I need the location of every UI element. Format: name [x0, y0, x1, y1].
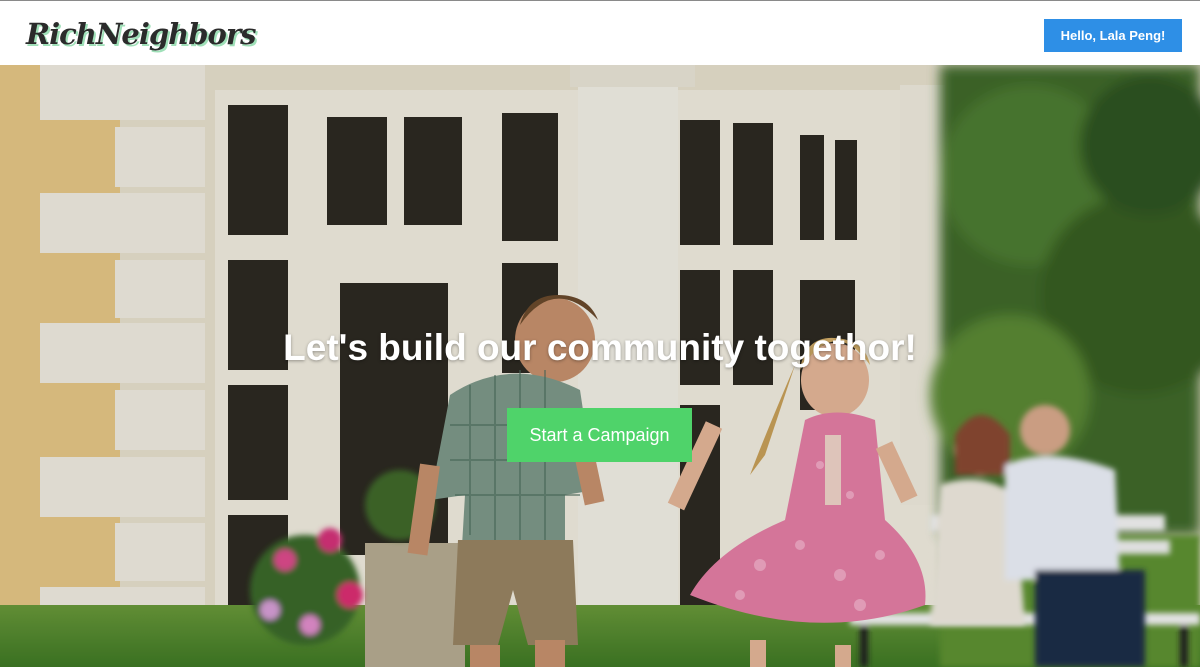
user-greeting-button[interactable]: Hello, Lala Peng! [1044, 19, 1182, 52]
top-navbar: RichNeighbors Hello, Lala Peng! [0, 1, 1200, 65]
site-logo[interactable]: RichNeighbors [26, 11, 256, 57]
hero-banner: Let's build our community togethor! Star… [0, 65, 1200, 667]
hero-title: Let's build our community togethor! [283, 327, 917, 368]
logo-text: RichNeighbors [26, 17, 256, 51]
start-campaign-button[interactable]: Start a Campaign [507, 408, 692, 462]
